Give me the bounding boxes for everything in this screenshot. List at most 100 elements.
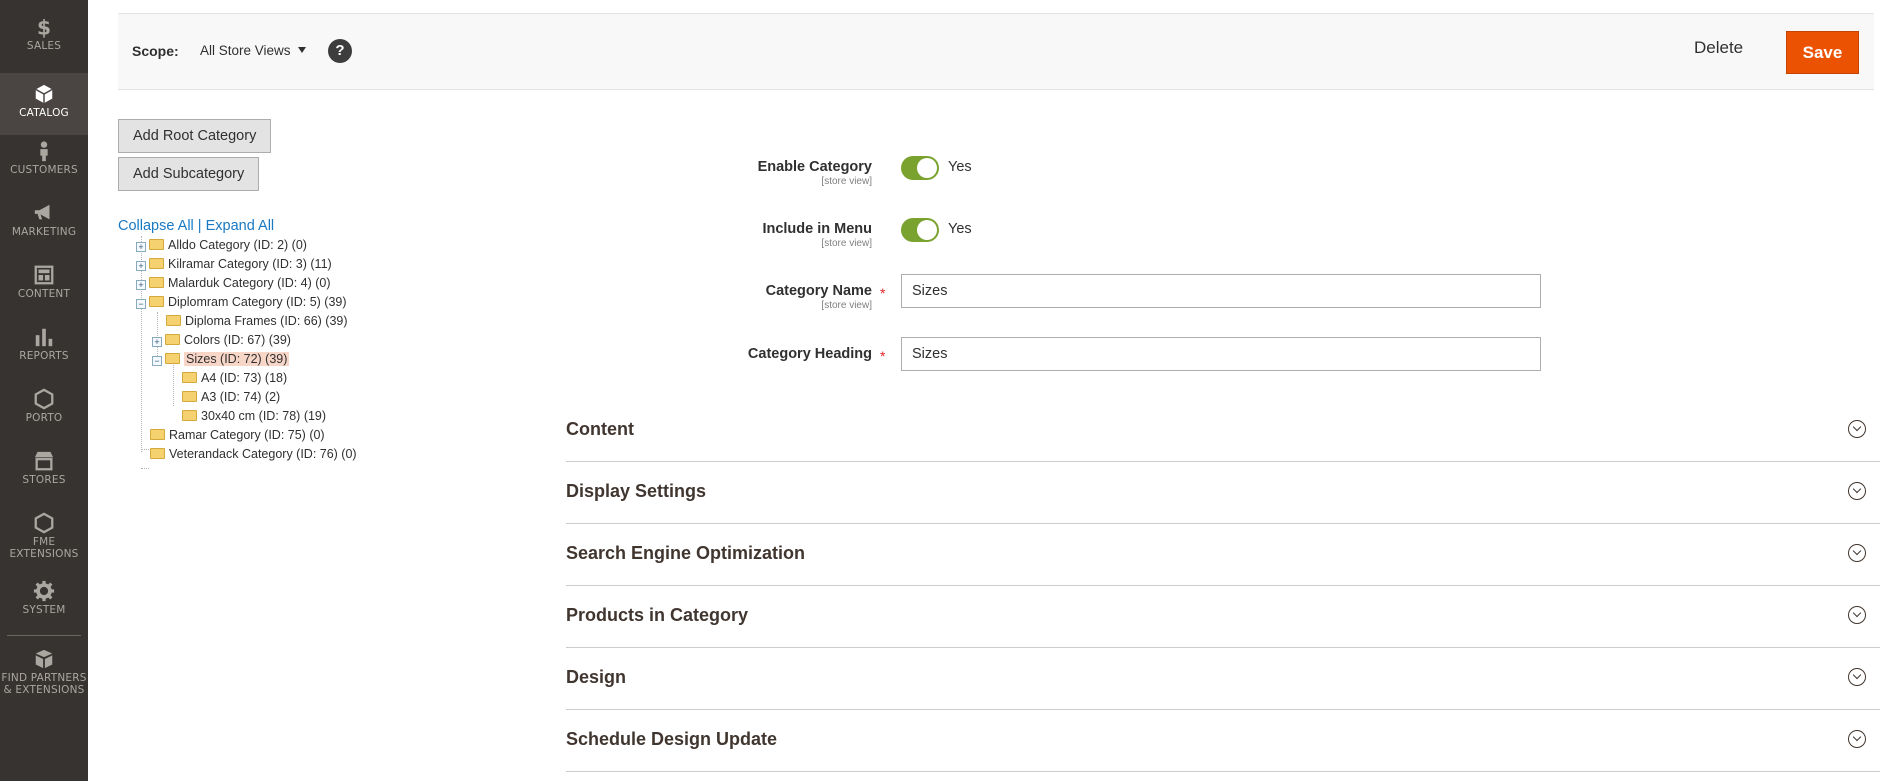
folder-icon: [182, 410, 197, 421]
nav-label: SYSTEM: [22, 604, 66, 616]
bar-chart-icon: [0, 324, 88, 350]
layout-icon: [0, 262, 88, 288]
section-title: Display Settings: [566, 481, 707, 501]
folder-icon: [166, 315, 181, 326]
include-in-menu-toggle[interactable]: [901, 218, 939, 242]
tree-node-selected[interactable]: − Sizes (ID: 72) (39): [152, 350, 290, 368]
section-title: Products in Category: [566, 605, 749, 625]
page-actions-bar: Scope: All Store Views ? Delete Save: [118, 13, 1874, 90]
section-design[interactable]: Design: [566, 648, 1880, 710]
chevron-down-icon: [1848, 606, 1866, 624]
enable-category-toggle[interactable]: [901, 156, 939, 180]
scope-label: Scope:: [132, 43, 179, 59]
nav-content[interactable]: CONTENT: [0, 262, 88, 324]
tree-node[interactable]: + Kilramar Category (ID: 3) (11): [136, 255, 332, 273]
tree-node[interactable]: 30x40 cm (ID: 78) (19): [182, 407, 326, 425]
admin-sidebar: $ SALES CATALOG CUSTOMERS MARKETING CONT…: [0, 0, 88, 781]
field-label-text: Category Heading: [747, 346, 872, 362]
expand-icon[interactable]: +: [136, 280, 146, 290]
category-name-input[interactable]: [901, 274, 1541, 308]
tree-node[interactable]: + Alldo Category (ID: 2) (0): [136, 236, 307, 254]
tree-node-label: A3 (ID: 74) (2): [201, 390, 281, 404]
required-marker: *: [880, 348, 886, 364]
folder-icon: [149, 258, 164, 269]
category-heading-label: Category Heading: [672, 346, 872, 362]
chevron-down-icon: [1848, 544, 1866, 562]
tree-node-label: Colors (ID: 67) (39): [184, 333, 291, 347]
section-title: Schedule Design Update: [566, 729, 778, 749]
tree-node[interactable]: A3 (ID: 74) (2): [182, 388, 280, 406]
collapse-icon[interactable]: −: [152, 356, 162, 366]
tree-node[interactable]: Diploma Frames (ID: 66) (39): [166, 312, 348, 330]
tree-node[interactable]: Ramar Category (ID: 75) (0): [150, 426, 325, 444]
tree-node-label: Malarduk Category (ID: 4) (0): [168, 276, 331, 290]
add-subcategory-button[interactable]: Add Subcategory: [118, 157, 260, 191]
expand-icon[interactable]: +: [136, 242, 146, 252]
nav-label: SALES: [26, 40, 62, 52]
tree-node[interactable]: Veterandack Category (ID: 76) (0): [150, 445, 357, 463]
tree-node[interactable]: A4 (ID: 73) (18): [182, 369, 287, 387]
toggle-knob: [917, 158, 937, 178]
required-marker: *: [880, 285, 886, 301]
nav-customers[interactable]: CUSTOMERS: [0, 138, 88, 200]
nav-system[interactable]: SYSTEM: [0, 578, 88, 640]
field-scope-note: [store view]: [821, 238, 872, 249]
section-content[interactable]: Content: [566, 400, 1880, 462]
hexagon-icon: [0, 510, 88, 536]
nav-label: CONTENT: [17, 288, 71, 300]
add-root-category-button[interactable]: Add Root Category: [118, 119, 272, 153]
nav-reports[interactable]: REPORTS: [0, 324, 88, 386]
field-scope-note: [store view]: [821, 176, 872, 187]
tree-node-label: Ramar Category (ID: 75) (0): [169, 428, 325, 442]
folder-icon: [150, 429, 165, 440]
tree-node-label: Alldo Category (ID: 2) (0): [168, 238, 307, 252]
collapse-all-link[interactable]: Collapse All: [118, 218, 194, 234]
help-icon[interactable]: ?: [328, 39, 352, 63]
field-scope-note: [store view]: [821, 300, 872, 311]
tree-node[interactable]: + Colors (ID: 67) (39): [152, 331, 291, 349]
section-schedule-design-update[interactable]: Schedule Design Update: [566, 710, 1880, 772]
svg-text:$: $: [37, 16, 51, 38]
tree-toggle-links: Collapse All | Expand All: [118, 218, 274, 234]
save-button[interactable]: Save: [1786, 31, 1859, 74]
nav-sales[interactable]: $ SALES: [0, 14, 88, 76]
tree-node-label: Veterandack Category (ID: 76) (0): [169, 447, 357, 461]
expand-all-link[interactable]: Expand All: [206, 218, 275, 234]
enable-category-value: Yes: [948, 159, 972, 175]
nav-label: FIND PARTNERS: [1, 672, 87, 684]
tree-node[interactable]: + Malarduk Category (ID: 4) (0): [136, 274, 331, 292]
tree-node-label: A4 (ID: 73) (18): [201, 371, 288, 385]
section-products-in-category[interactable]: Products in Category: [566, 586, 1880, 648]
gear-icon: [0, 578, 88, 604]
nav-stores[interactable]: STORES: [0, 448, 88, 510]
nav-marketing[interactable]: MARKETING: [0, 200, 88, 262]
nav-label: CATALOG: [19, 107, 69, 119]
section-seo[interactable]: Search Engine Optimization: [566, 524, 1880, 586]
nav-find-partners[interactable]: FIND PARTNERS & EXTENSIONS: [0, 646, 88, 710]
cube-icon: [0, 73, 88, 107]
nav-porto[interactable]: PORTO: [0, 386, 88, 448]
expand-icon[interactable]: +: [136, 261, 146, 271]
expand-icon[interactable]: +: [152, 337, 162, 347]
nav-label: CUSTOMERS: [10, 164, 78, 176]
collapse-icon[interactable]: −: [136, 299, 146, 309]
nav-label: & EXTENSIONS: [3, 684, 85, 696]
nav-label: MARKETING: [11, 226, 77, 238]
link-separator: |: [197, 218, 202, 234]
person-icon: [0, 138, 88, 164]
tree-node-label: 30x40 cm (ID: 78) (19): [201, 409, 327, 423]
field-label-text: Category Name: [765, 283, 872, 299]
scope-switcher[interactable]: All Store Views: [200, 43, 306, 58]
megaphone-icon: [0, 200, 88, 226]
delete-button[interactable]: Delete: [1694, 38, 1743, 58]
folder-icon: [149, 239, 164, 250]
section-display-settings[interactable]: Display Settings: [566, 462, 1880, 524]
nav-fme-extensions[interactable]: FME EXTENSIONS: [0, 510, 88, 574]
tree-node-label: Kilramar Category (ID: 3) (11): [168, 257, 332, 271]
tree-node-label: Sizes (ID: 72) (39): [184, 352, 290, 366]
category-heading-input[interactable]: [901, 337, 1541, 371]
include-in-menu-value: Yes: [948, 221, 972, 237]
nav-catalog[interactable]: CATALOG: [0, 73, 88, 135]
tree-node[interactable]: − Diplomram Category (ID: 5) (39): [136, 293, 347, 311]
folder-icon: [182, 391, 197, 402]
